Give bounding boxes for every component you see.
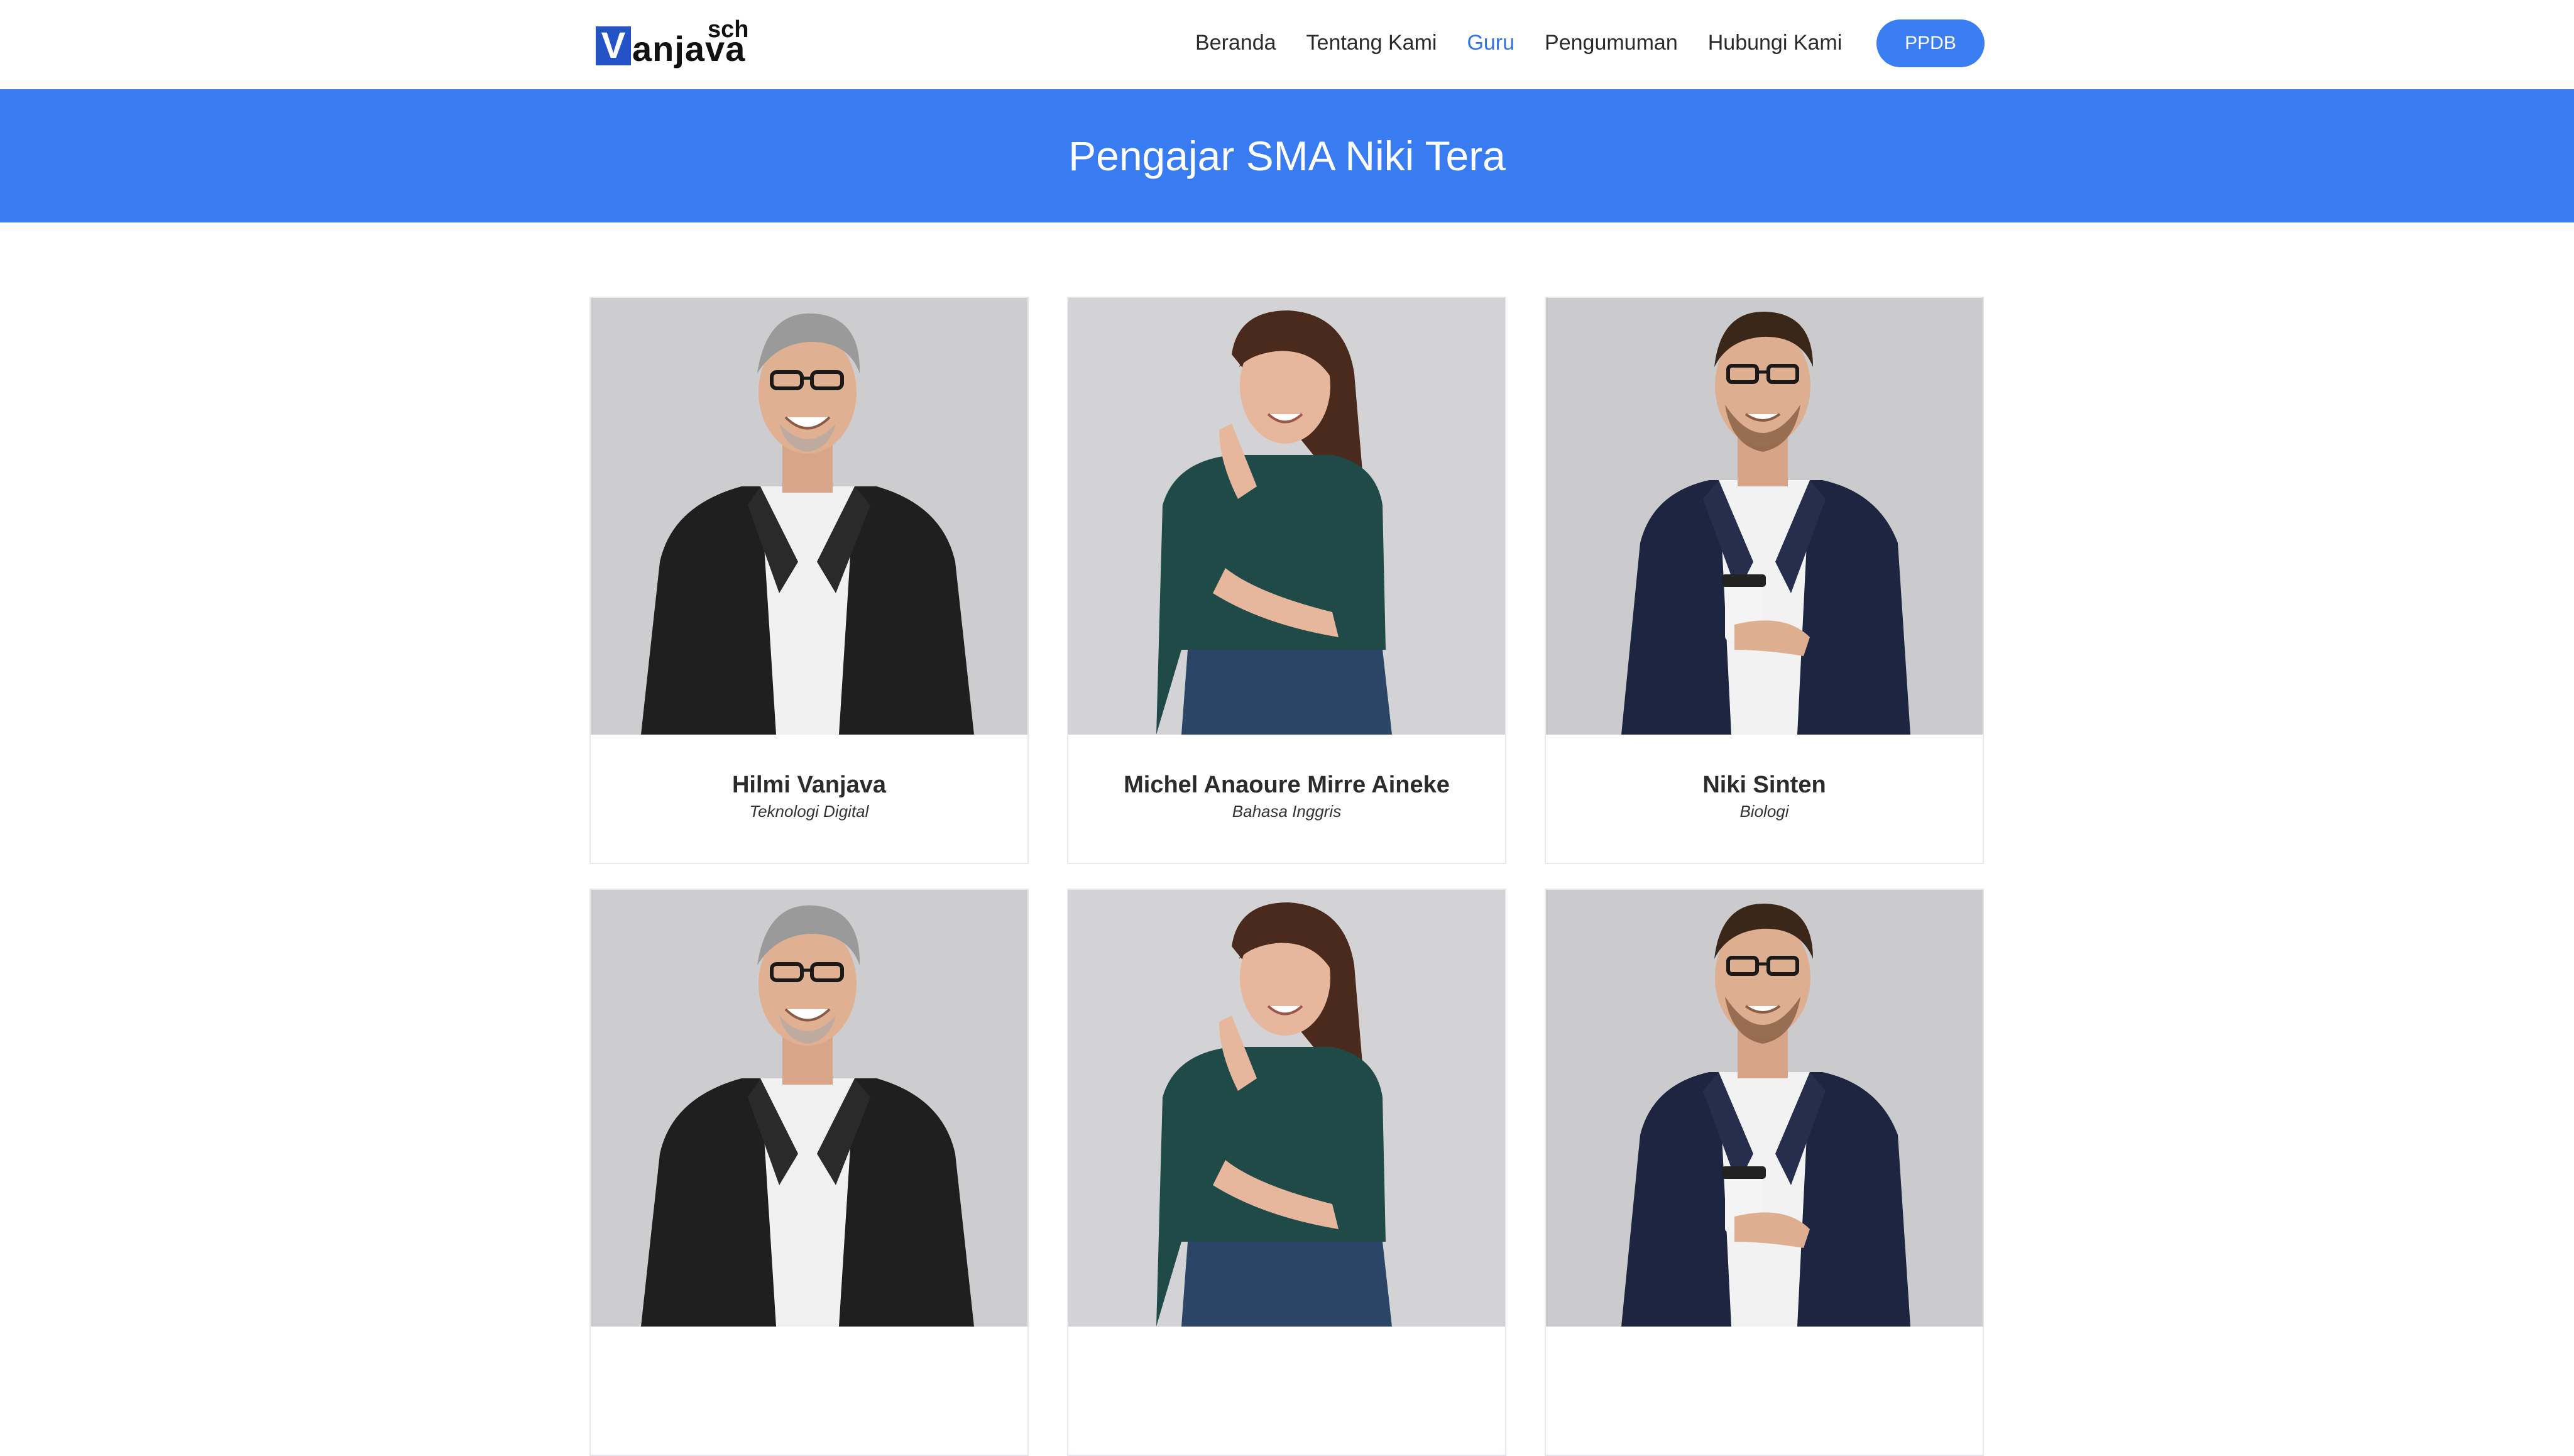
- teacher-card[interactable]: [589, 889, 1029, 1456]
- site-header: V anjava sch Beranda Tentang Kami Guru P…: [0, 0, 2574, 89]
- nav-item-pengumuman[interactable]: Pengumuman: [1545, 31, 1678, 55]
- teacher-card-body: Michel Anaoure Mirre Aineke Bahasa Inggr…: [1068, 735, 1505, 863]
- teacher-card[interactable]: [1545, 889, 1984, 1456]
- teacher-name: Michel Anaoure Mirre Aineke: [1124, 772, 1450, 798]
- teacher-card[interactable]: Niki Sinten Biologi: [1545, 297, 1984, 864]
- teacher-card-body: [1068, 1327, 1505, 1455]
- logo-suffix: sch: [708, 16, 749, 43]
- teacher-subject: Biologi: [1739, 802, 1789, 821]
- teacher-subject: Teknologi Digital: [749, 802, 869, 821]
- teacher-photo-man-coffee-cup: [1546, 298, 1983, 735]
- teacher-card[interactable]: Hilmi Vanjava Teknologi Digital: [589, 297, 1029, 864]
- teacher-photo-woman-long-hair: [1068, 298, 1505, 735]
- teacher-name: Niki Sinten: [1702, 772, 1826, 798]
- page-title: Pengajar SMA Niki Tera: [1068, 133, 1506, 179]
- teacher-card-body: Niki Sinten Biologi: [1546, 735, 1983, 863]
- teacher-card-body: [1546, 1327, 1983, 1455]
- teacher-card-body: Hilmi Vanjava Teknologi Digital: [591, 735, 1027, 863]
- nav-item-tentang-kami[interactable]: Tentang Kami: [1306, 31, 1437, 55]
- teacher-photo-woman-long-hair: [1068, 890, 1505, 1327]
- teacher-photo-man-coffee-cup: [1546, 890, 1983, 1327]
- nav-item-guru[interactable]: Guru: [1467, 31, 1514, 55]
- page-banner: Pengajar SMA Niki Tera: [0, 89, 2574, 222]
- teacher-card[interactable]: [1067, 889, 1506, 1456]
- logo-letter-box: V: [596, 26, 631, 65]
- teacher-photo-man-gray-hair: [591, 890, 1027, 1327]
- teacher-subject: Bahasa Inggris: [1232, 802, 1342, 821]
- teacher-name: Hilmi Vanjava: [731, 772, 886, 798]
- main-nav: Beranda Tentang Kami Guru Pengumuman Hub…: [1195, 25, 1872, 60]
- ppdb-button[interactable]: PPDB: [1876, 19, 1985, 67]
- teacher-card[interactable]: Michel Anaoure Mirre Aineke Bahasa Inggr…: [1067, 297, 1506, 864]
- nav-item-hubungi-kami[interactable]: Hubungi Kami: [1708, 31, 1843, 55]
- site-logo[interactable]: V anjava sch: [596, 16, 759, 67]
- nav-item-beranda[interactable]: Beranda: [1195, 31, 1276, 55]
- teacher-card-body: [591, 1327, 1027, 1455]
- teacher-photo-man-gray-hair: [591, 298, 1027, 735]
